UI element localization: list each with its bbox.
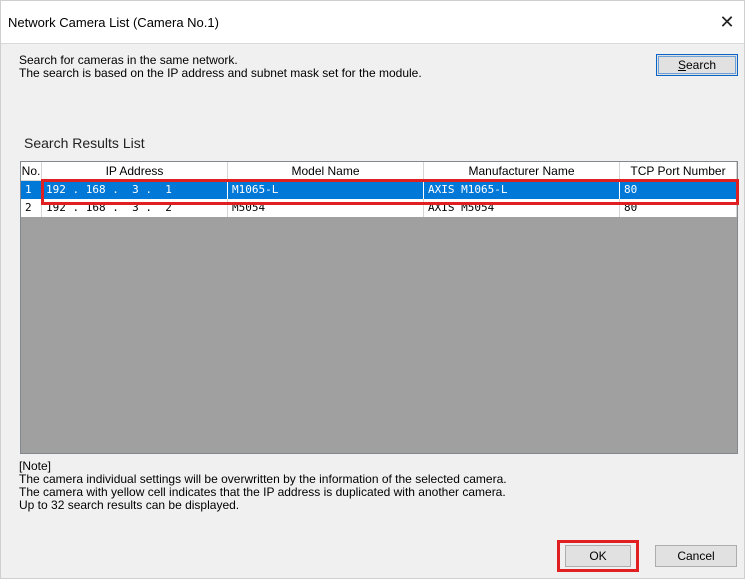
table-row[interactable]: 1 192 . 168 . 3 . 1 M1065-L AXIS M1065-L… bbox=[21, 181, 737, 199]
note-heading: [Note] bbox=[19, 459, 52, 473]
description-line-1: Search for cameras in the same network. bbox=[19, 53, 238, 67]
description-line-2: The search is based on the IP address an… bbox=[19, 66, 422, 80]
cell-tcp-port: 80 bbox=[620, 199, 737, 217]
close-icon[interactable]: ✕ bbox=[716, 11, 738, 33]
cell-ip-address: 192 . 168 . 3 . 2 bbox=[42, 199, 228, 217]
cell-manufacturer-name: AXIS M1065-L bbox=[424, 181, 620, 199]
network-camera-list-dialog: Network Camera List (Camera No.1) ✕ Sear… bbox=[0, 0, 745, 579]
cell-model-name: M5054 bbox=[228, 199, 424, 217]
search-button[interactable]: Search bbox=[656, 54, 738, 76]
cell-manufacturer-name: AXIS M5054 bbox=[424, 199, 620, 217]
title-bar: Network Camera List (Camera No.1) ✕ bbox=[1, 1, 744, 44]
note-line-3: Up to 32 search results can be displayed… bbox=[19, 498, 240, 512]
search-button-label: earch bbox=[685, 58, 717, 72]
window-title: Network Camera List (Camera No.1) bbox=[8, 15, 219, 30]
cell-no: 1 bbox=[21, 181, 42, 199]
cell-model-name: M1065-L bbox=[228, 181, 424, 199]
ok-button[interactable]: OK bbox=[565, 545, 631, 567]
note-text: [Note] The camera individual settings wi… bbox=[19, 460, 507, 512]
cancel-button[interactable]: Cancel bbox=[655, 545, 737, 567]
search-results-label: Search Results List bbox=[24, 135, 145, 151]
column-header-ip-address[interactable]: IP Address bbox=[42, 162, 228, 180]
column-header-tcp-port-number[interactable]: TCP Port Number bbox=[620, 162, 737, 180]
description-text: Search for cameras in the same network. … bbox=[19, 54, 422, 80]
cell-no: 2 bbox=[21, 199, 42, 217]
note-line-1: The camera individual settings will be o… bbox=[19, 472, 507, 486]
list-header: No. IP Address Model Name Manufacturer N… bbox=[21, 162, 737, 181]
cell-tcp-port: 80 bbox=[620, 181, 737, 199]
search-results-list[interactable]: No. IP Address Model Name Manufacturer N… bbox=[20, 161, 738, 454]
table-row[interactable]: 2 192 . 168 . 3 . 2 M5054 AXIS M5054 80 bbox=[21, 199, 737, 217]
note-line-2: The camera with yellow cell indicates th… bbox=[19, 485, 506, 499]
search-button-mnemonic: S bbox=[677, 58, 686, 72]
column-header-manufacturer-name[interactable]: Manufacturer Name bbox=[424, 162, 620, 180]
column-header-model-name[interactable]: Model Name bbox=[228, 162, 424, 180]
cell-ip-address: 192 . 168 . 3 . 1 bbox=[42, 181, 228, 199]
column-header-no[interactable]: No. bbox=[21, 162, 42, 180]
